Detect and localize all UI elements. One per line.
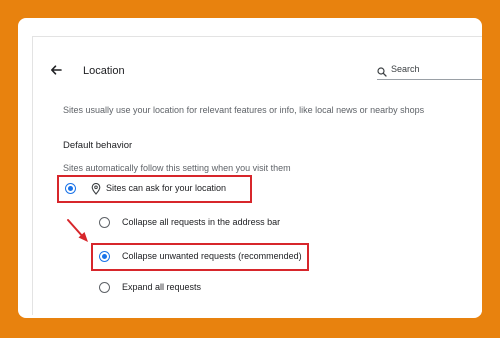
search-placeholder: Search (391, 64, 420, 74)
annotation-arrow (67, 219, 88, 242)
radio-collapse-all[interactable] (99, 217, 110, 228)
option-label-collapse-all[interactable]: Collapse all requests in the address bar (122, 217, 280, 227)
option-label-collapse-unwanted[interactable]: Collapse unwanted requests (recommended) (122, 251, 302, 261)
option-label-sites-can-ask[interactable]: Sites can ask for your location (106, 183, 226, 193)
location-description: Sites usually use your location for rele… (63, 105, 425, 115)
location-pin-icon (91, 182, 101, 200)
screenshot-card: Location Search Sites usually use your l… (18, 18, 482, 318)
default-behavior-heading: Default behavior (63, 140, 133, 151)
default-behavior-subtext: Sites automatically follow this setting … (63, 163, 291, 173)
radio-expand-all[interactable] (99, 282, 110, 293)
back-arrow-icon[interactable] (49, 63, 63, 77)
search-input[interactable]: Search (377, 61, 482, 80)
radio-collapse-unwanted[interactable] (99, 251, 110, 262)
radio-sites-can-ask[interactable] (65, 183, 76, 194)
settings-panel: Location Search Sites usually use your l… (32, 36, 482, 315)
search-icon (377, 64, 387, 82)
option-label-expand-all[interactable]: Expand all requests (122, 282, 201, 292)
page-title: Location (83, 65, 125, 77)
